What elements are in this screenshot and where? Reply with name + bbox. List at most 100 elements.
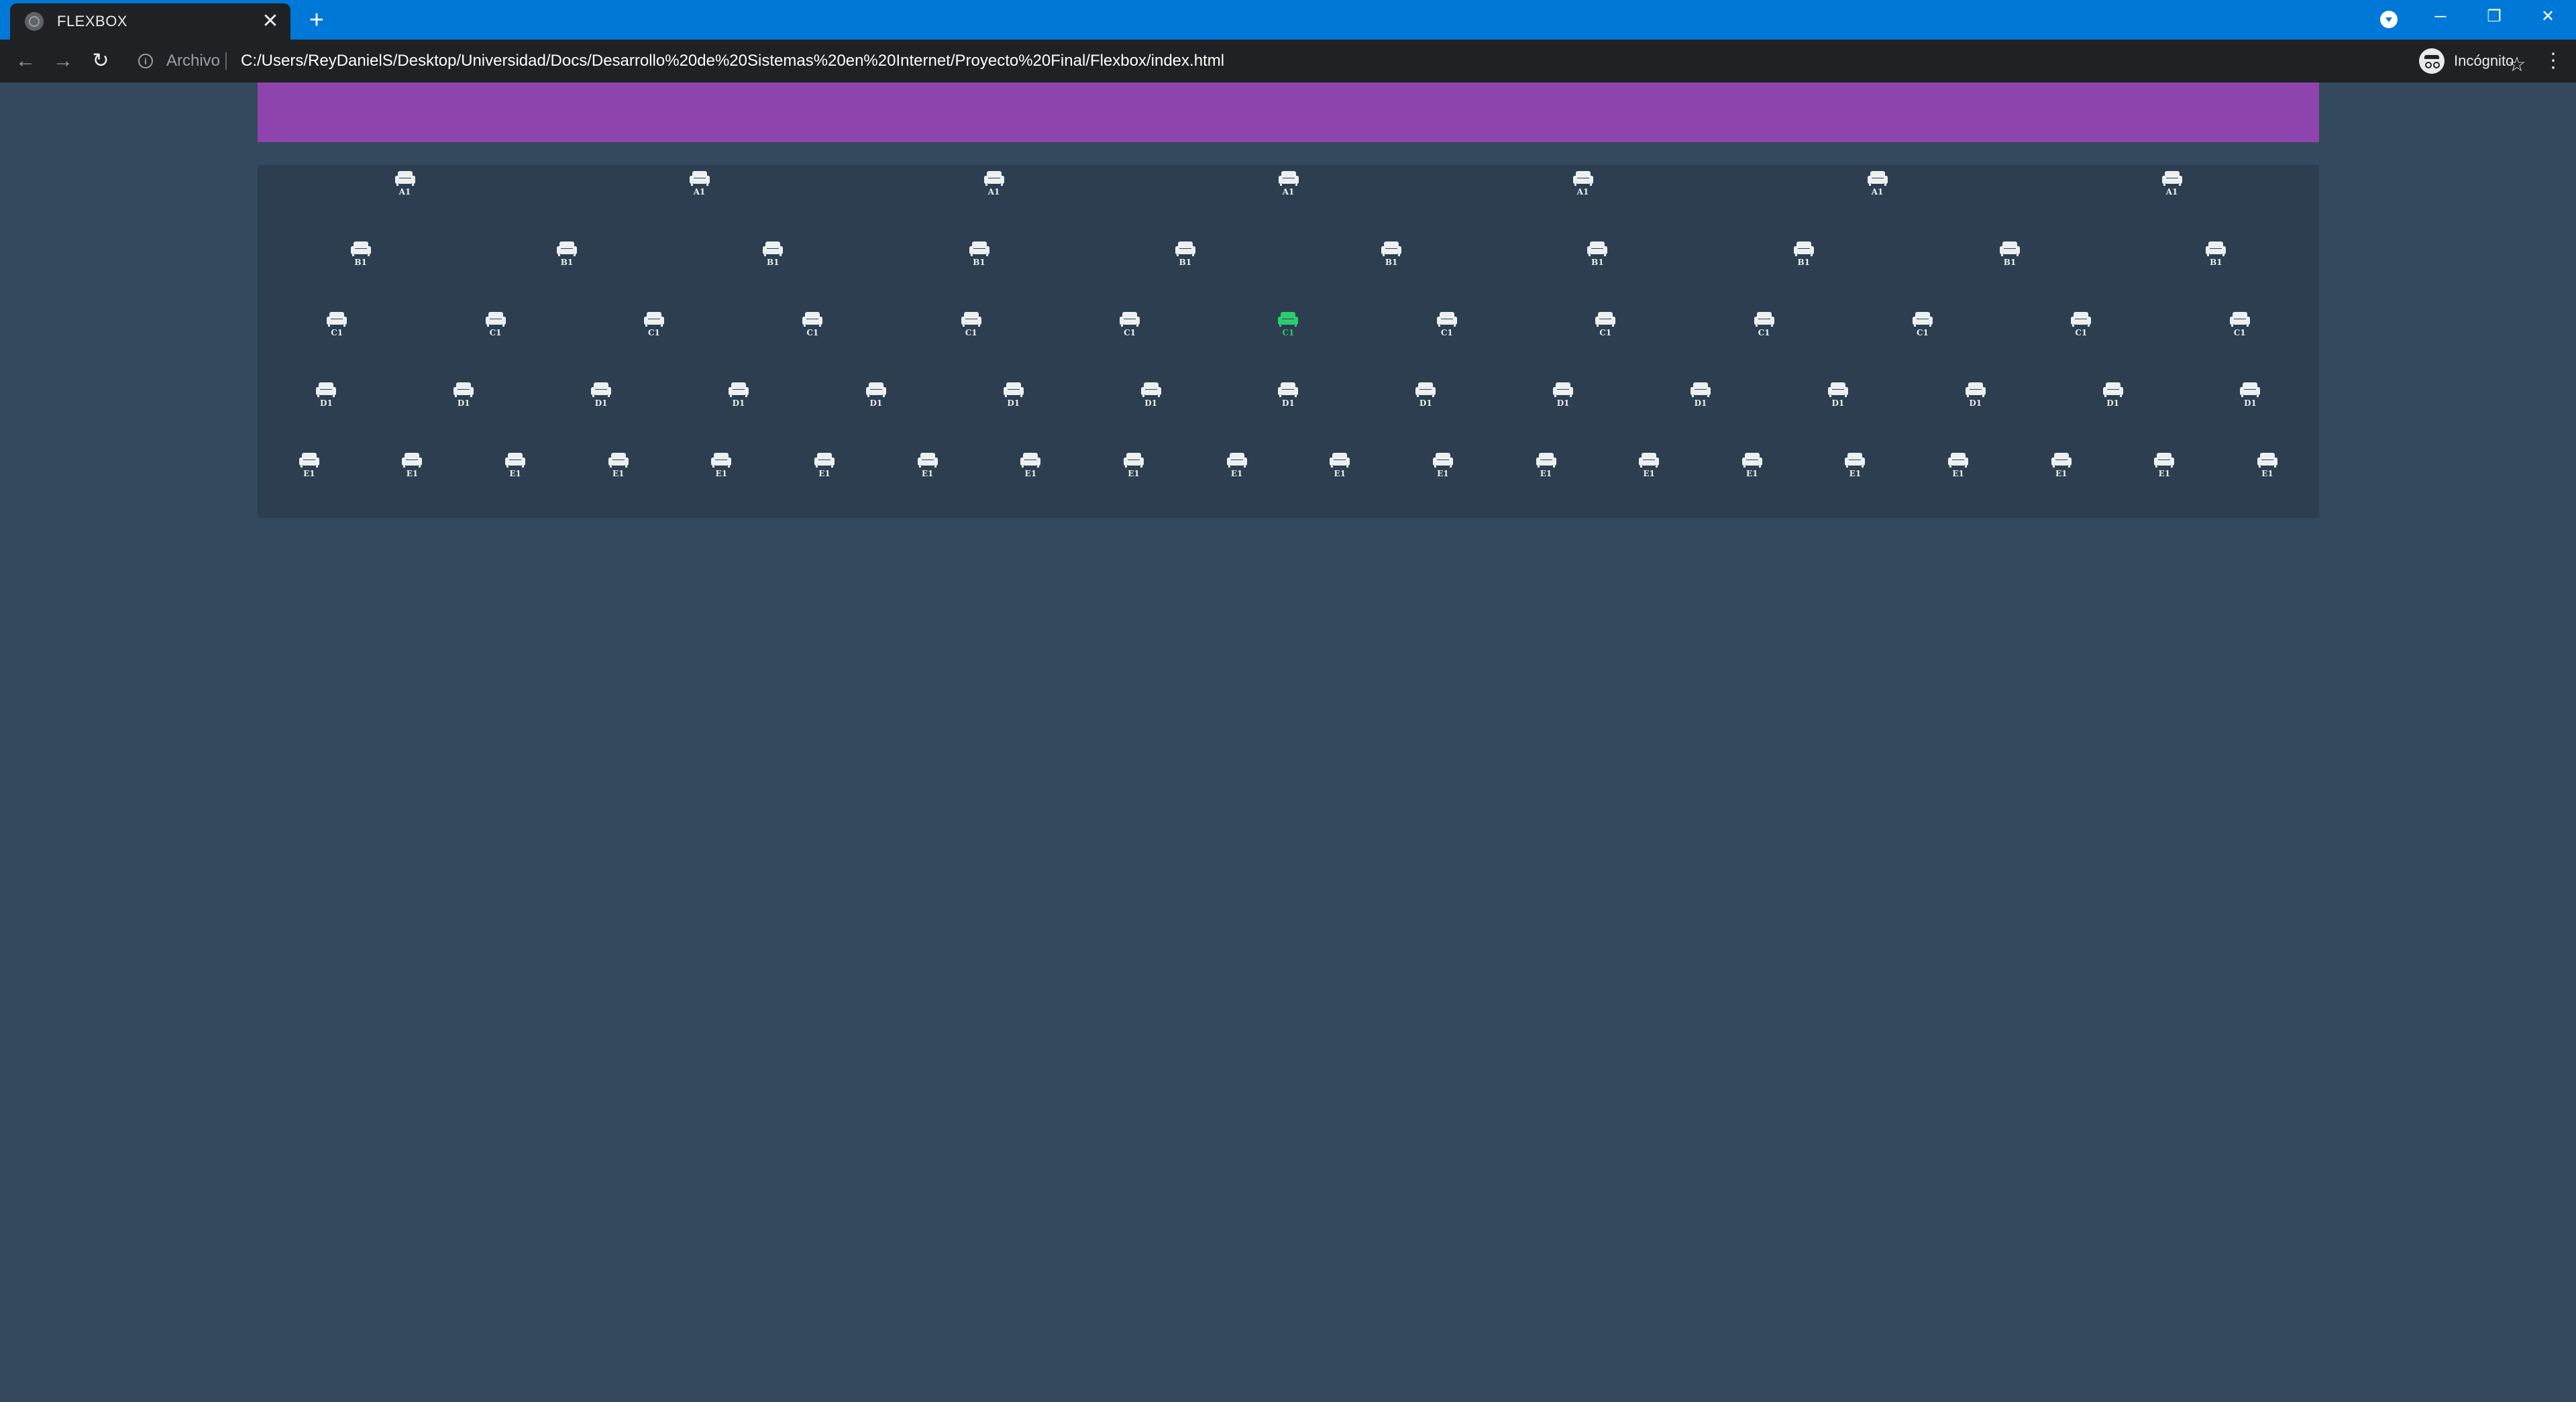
tab-search-icon[interactable] [2380,11,2398,28]
seat[interactable]: E1 [811,452,838,478]
back-button[interactable]: ← [11,46,40,76]
seat[interactable]: E1 [502,452,529,478]
seat[interactable]: B1 [1790,241,1817,267]
seat[interactable]: C1 [1909,311,1936,337]
incognito-profile-button[interactable]: Incógnito [2419,47,2514,75]
seat[interactable]: C1 [958,311,985,337]
seat-label: B1 [2003,258,2017,267]
restore-button[interactable]: ❐ [2467,0,2521,40]
seat[interactable]: A1 [1864,170,1891,197]
seat[interactable]: A1 [686,170,713,197]
seat[interactable]: A1 [1275,170,1302,197]
seat[interactable]: C1 [799,311,826,337]
seat[interactable]: C1 [1434,311,1460,337]
seat[interactable]: E1 [1635,452,1662,478]
seat[interactable]: B1 [1584,241,1611,267]
seat[interactable]: D1 [1138,382,1165,408]
couch-icon [689,170,710,186]
seat[interactable]: E1 [1739,452,1766,478]
seat[interactable]: E1 [1120,452,1147,478]
seat[interactable]: E1 [1945,452,1972,478]
seat[interactable]: E1 [1430,452,1456,478]
seat[interactable]: C1 [641,311,667,337]
seat[interactable]: E1 [1017,452,1044,478]
info-icon[interactable]: i [138,54,153,68]
seat[interactable]: C1 [2068,311,2094,337]
seat[interactable]: B1 [1378,241,1405,267]
couch-icon [590,382,612,398]
seat[interactable]: B1 [966,241,993,267]
seat[interactable]: D1 [1412,382,1439,408]
seat-label: C1 [2075,328,2088,337]
seat[interactable]: A1 [2159,170,2186,197]
forward-button[interactable]: → [48,46,78,76]
seat[interactable]: E1 [398,452,425,478]
seat[interactable]: C1 [482,311,509,337]
seat[interactable]: E1 [1841,452,1868,478]
seat-label: E1 [1230,469,1243,478]
couch-icon [2102,382,2124,398]
seat[interactable]: E1 [296,452,323,478]
seat-label: B1 [354,258,367,267]
menu-button[interactable]: ⋮ [2538,46,2568,76]
seat[interactable]: B1 [347,241,374,267]
address-bar[interactable]: i Archivo C:/Users/ReyDanielS/Desktop/Un… [129,44,2526,78]
seat[interactable]: B1 [1996,241,2023,267]
seat[interactable]: D1 [313,382,339,408]
seat[interactable]: D1 [863,382,890,408]
couch-icon [1912,311,1933,327]
close-window-button[interactable]: ✕ [2521,0,2575,40]
seat[interactable]: E1 [1224,452,1250,478]
seat[interactable]: E1 [2151,452,2178,478]
seat[interactable]: E1 [708,452,735,478]
seat[interactable]: B1 [1172,241,1199,267]
seat[interactable]: A1 [981,170,1008,197]
seat[interactable]: E1 [1533,452,1560,478]
seat[interactable]: C1 [1116,311,1143,337]
couch-icon [1277,311,1299,327]
seat[interactable]: D1 [1000,382,1027,408]
couch-icon [1690,382,1711,398]
seat[interactable]: D1 [2237,382,2263,408]
couch-icon [1844,452,1866,468]
seat[interactable]: D1 [588,382,614,408]
seat[interactable]: D1 [450,382,477,408]
couch-icon [1140,382,1162,398]
seat[interactable]: D1 [1550,382,1576,408]
seat[interactable]: C1 [323,311,350,337]
seat[interactable]: C1 [2226,311,2253,337]
minimize-button[interactable]: ─ [2414,0,2467,40]
seat[interactable]: B1 [553,241,580,267]
seat[interactable]: D1 [1275,382,1301,408]
seat-label: D1 [1969,398,1982,408]
seat[interactable]: B1 [2202,241,2229,267]
seat-label: E1 [1437,469,1449,478]
couch-icon [1754,311,1775,327]
seat[interactable]: C1 [1592,311,1619,337]
new-tab-button[interactable]: + [302,5,331,35]
seat[interactable]: E1 [2254,452,2281,478]
browser-toolbar: ← → ↻ i Archivo C:/Users/ReyDanielS/Desk… [0,40,2576,83]
seat[interactable]: E1 [2048,452,2075,478]
seat-selected[interactable]: C1 [1275,311,1301,337]
seat[interactable]: E1 [605,452,632,478]
seat[interactable]: A1 [1570,170,1597,197]
seat[interactable]: E1 [914,452,941,478]
seat[interactable]: E1 [1326,452,1353,478]
couch-icon [1741,452,1763,468]
seat-label: D1 [1144,398,1157,408]
seat[interactable]: D1 [2100,382,2127,408]
seat[interactable]: D1 [1687,382,1714,408]
seat[interactable]: D1 [1825,382,1851,408]
seat[interactable]: C1 [1751,311,1778,337]
reload-button[interactable]: ↻ [86,46,115,76]
seat[interactable]: B1 [759,241,786,267]
seat[interactable]: D1 [1962,382,1989,408]
couch-icon [1123,452,1144,468]
seat-label: A1 [1576,187,1589,197]
seat[interactable]: D1 [725,382,752,408]
close-tab-icon[interactable]: ✕ [257,8,284,35]
url-text[interactable]: C:/Users/ReyDanielS/Desktop/Universidad/… [241,52,1224,70]
seat[interactable]: A1 [392,170,419,197]
browser-tab[interactable]: FLEXBOX ✕ [10,3,290,40]
